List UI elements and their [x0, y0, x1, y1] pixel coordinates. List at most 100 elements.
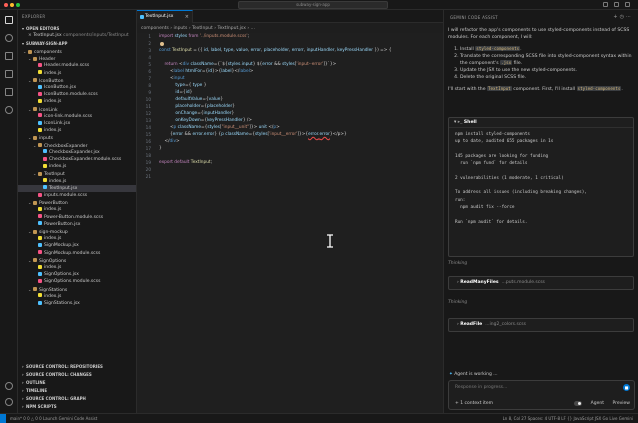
shell-output-line: 145 packages are looking for funding: [455, 153, 549, 159]
tree-file[interactable]: index.js: [18, 178, 136, 185]
tree-folder[interactable]: ⌄ CheckboxExpander: [18, 142, 136, 149]
tree-folder[interactable]: ⌄ components: [18, 48, 136, 55]
collapsed-section[interactable]: › SOURCE CONTROL: REPOSITORIES: [18, 363, 136, 370]
tree-folder[interactable]: ⌄ SignStations: [18, 286, 136, 293]
shell-output-line: [455, 146, 587, 153]
breadcrumb[interactable]: components › inputs › TextInput › TextIn…: [137, 24, 443, 33]
tree-file[interactable]: CheckboxExpander.jsx: [18, 149, 136, 156]
tree-folder[interactable]: ⌄ PowerButton: [18, 199, 136, 206]
tree-file[interactable]: index.js: [18, 293, 136, 300]
tree-item-label: IconButton.module.scss: [44, 92, 98, 98]
maximize-window-button[interactable]: [16, 3, 20, 7]
intro-text: I will refactor the app's components to …: [448, 28, 630, 40]
tree-folder[interactable]: ⌄ SignOptions: [18, 257, 136, 264]
jsx-file-icon: [43, 185, 47, 190]
minimize-window-button[interactable]: [10, 3, 14, 7]
remote-indicator[interactable]: [0, 414, 6, 423]
line-number: 18: [145, 153, 151, 158]
toggle-secondary-sidebar-icon[interactable]: [625, 2, 630, 7]
gemini-icon[interactable]: [5, 106, 13, 114]
tree-item-label: index.js: [44, 265, 62, 270]
tree-file[interactable]: index.js: [18, 163, 136, 170]
manage-gear-icon[interactable]: [5, 398, 13, 406]
tree-file[interactable]: index.js: [18, 127, 136, 134]
shell-header[interactable]: ▾ ▸_ Shell: [449, 118, 633, 128]
preview-label[interactable]: Preview: [612, 401, 630, 406]
js-file-icon: [38, 98, 42, 103]
stop-button[interactable]: ■: [623, 384, 630, 391]
tree-file[interactable]: icon-link.module.scss: [18, 113, 136, 120]
tree-folder[interactable]: ⌄ IconLink: [18, 106, 136, 113]
chat-input[interactable]: Response in progress... ■ + 1 context it…: [448, 380, 635, 410]
tree-file[interactable]: IconButton.module.scss: [18, 91, 136, 98]
tab-textinput[interactable]: TextInput.jsx ×: [137, 10, 193, 23]
tree-file[interactable]: PowerButton.jsx: [18, 221, 136, 228]
tree-file[interactable]: CheckboxExpander.module.scss: [18, 156, 136, 163]
tree-file[interactable]: SignOptions.module.scss: [18, 278, 136, 285]
source-control-icon[interactable]: [5, 52, 13, 60]
more-icon[interactable]: ⋯: [626, 14, 633, 20]
tree-file[interactable]: inputs.module.scss: [18, 192, 136, 199]
code-editor[interactable]: 1 2 3 4 5 6 7 8 9 10 11 12 13 14 15 16 17 18 19 20 21 import…: [137, 33, 443, 413]
toggle-panel-icon[interactable]: [614, 2, 619, 7]
tree-file[interactable]: index.js: [18, 98, 136, 105]
tree-file[interactable]: index.js: [18, 206, 136, 213]
collapsed-section[interactable]: › SOURCE CONTROL: GRAPH: [18, 395, 136, 402]
accounts-icon[interactable]: [5, 382, 13, 390]
tree-file[interactable]: IconLink.jsx: [18, 120, 136, 127]
tree-file[interactable]: SignStations.jsx: [18, 300, 136, 307]
open-editors-label: OPEN EDITORS: [26, 26, 60, 31]
run-debug-icon[interactable]: [5, 70, 13, 78]
search-icon[interactable]: [5, 34, 13, 42]
line-number: 10: [145, 97, 151, 102]
tool-call-read-many-files[interactable]: › ReadManyFiles ...puts.module.scss: [448, 276, 634, 290]
tree-file[interactable]: TextInput.jsx: [18, 184, 136, 192]
command-center[interactable]: subway-sign-app: [238, 1, 388, 9]
tree-file[interactable]: index.js: [18, 235, 136, 242]
tree-file[interactable]: SignOptions.jsx: [18, 271, 136, 278]
collapsed-section[interactable]: › TIMELINE: [18, 387, 136, 394]
tree-file[interactable]: SignMockup.jsx: [18, 242, 136, 249]
tree-file[interactable]: SignMockup.module.scss: [18, 250, 136, 257]
gemini-chat-panel: GEMINI CODE ASSIST +◷⋯ I will refactor t…: [443, 10, 638, 413]
chat-header-icons: +◷⋯: [613, 14, 633, 20]
tree-folder[interactable]: ⌄ TextInput: [18, 170, 136, 177]
thinking-label[interactable]: Thinking: [448, 300, 467, 305]
project-section[interactable]: ▾ SUBWAY-SIGN-APP: [18, 40, 136, 47]
agent-mode-toggle[interactable]: [574, 401, 582, 406]
close-tab-icon[interactable]: ×: [185, 11, 189, 23]
collapsed-section[interactable]: › NPM SCRIPTS: [18, 403, 136, 410]
close-window-button[interactable]: [4, 3, 8, 7]
tree-item-label: SignMockup.module.scss: [44, 250, 101, 256]
collapsed-section[interactable]: › OUTLINE: [18, 379, 136, 386]
explorer-icon[interactable]: [5, 16, 13, 24]
tree-item-label: CheckboxExpander.module.scss: [49, 157, 122, 162]
context-item-chip[interactable]: + 1 context item: [455, 401, 493, 406]
lightbulb-icon[interactable]: [160, 42, 164, 46]
tree-file[interactable]: IconButton.jsx: [18, 84, 136, 91]
inline-code: styled-components: [576, 86, 622, 92]
tree-file[interactable]: Power-Button.module.scss: [18, 214, 136, 221]
tree-file[interactable]: Header.module.scss: [18, 62, 136, 69]
agent-mode-label: Agent: [590, 401, 604, 406]
tree-folder[interactable]: ⌄ sign-mockup: [18, 228, 136, 235]
shell-tool-card[interactable]: ▾ ▸_ Shell npm install styled-components…: [448, 117, 634, 257]
status-left[interactable]: main* 0 0 △ 0 0 Launch Gemini Code Assis…: [10, 414, 97, 423]
extensions-icon[interactable]: [5, 88, 13, 96]
tree-file[interactable]: index.js: [18, 70, 136, 77]
chat-input-placeholder: Response in progress...: [455, 385, 508, 390]
scss-file-icon: [38, 192, 42, 197]
tree-folder[interactable]: ⌄ Header: [18, 55, 136, 62]
open-editor-item[interactable]: × TextInput.jsx components/inputs/TextIn…: [18, 32, 136, 39]
open-editors-section[interactable]: ▾ OPEN EDITORS: [18, 25, 136, 32]
jsx-file-icon: [38, 242, 42, 247]
tree-folder[interactable]: ⌄ IconButton: [18, 77, 136, 84]
code-line: }: [159, 146, 162, 151]
toggle-sidebar-icon[interactable]: [603, 2, 608, 7]
tool-call-read-file[interactable]: › ReadFile ...ing2_colors.scss: [448, 318, 634, 332]
status-right[interactable]: Ln 8, Col 27 Spaces: 4 UTF-8 LF {} JavaS…: [503, 414, 633, 423]
tree-file[interactable]: index.js: [18, 264, 136, 271]
thinking-label[interactable]: Thinking: [448, 261, 467, 266]
tree-folder[interactable]: ⌄ inputs: [18, 134, 136, 141]
collapsed-section[interactable]: › SOURCE CONTROL: CHANGES: [18, 371, 136, 378]
